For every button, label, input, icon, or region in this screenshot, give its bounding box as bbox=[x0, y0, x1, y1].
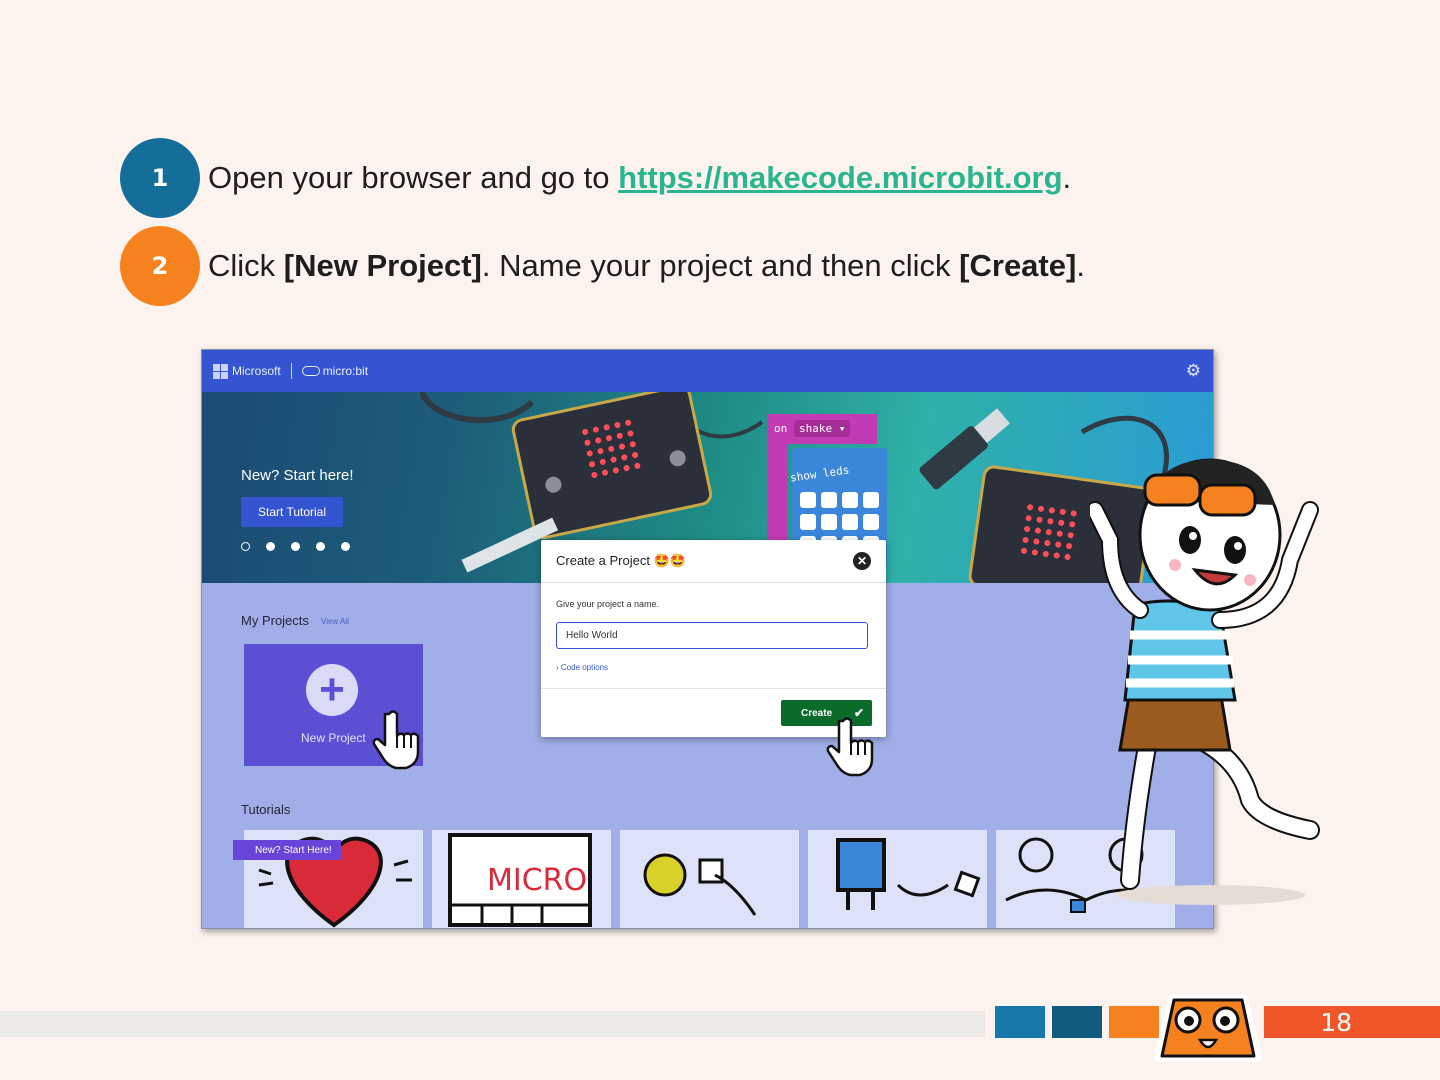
tutorial-card-smiley[interactable] bbox=[620, 830, 799, 928]
step-1-text-before: Open your browser and go to bbox=[208, 160, 619, 195]
tutorial-card-dice[interactable] bbox=[808, 830, 987, 928]
dialog-prompt: Give your project a name. bbox=[556, 599, 660, 609]
step-2-create: [Create] bbox=[959, 248, 1077, 283]
microbit-board-1 bbox=[511, 392, 713, 540]
dice-drawing bbox=[836, 838, 981, 910]
step-number-2: 2 bbox=[120, 226, 200, 306]
microbit-logo-icon bbox=[301, 366, 320, 376]
microbit-brand[interactable]: micro:bit bbox=[323, 364, 368, 378]
step-2-text-mid: . Name your project and then click bbox=[481, 248, 960, 283]
led-square bbox=[863, 492, 879, 508]
footer-bar bbox=[0, 1011, 985, 1037]
microsoft-brand: Microsoft bbox=[232, 364, 281, 378]
cartoon-boy-illustration bbox=[1090, 458, 1320, 905]
makecode-screenshot: Microsoft micro:bit ⚙ on shake ▾ show le… bbox=[201, 349, 1214, 929]
new-project-card[interactable]: + New Project bbox=[244, 644, 423, 770]
view-all-link[interactable]: View All bbox=[321, 617, 349, 626]
pointer-hand-icon bbox=[826, 717, 874, 777]
carousel-dots bbox=[241, 542, 350, 551]
step-1: 1 Open your browser and go to https://ma… bbox=[120, 138, 1071, 218]
carousel-dot[interactable] bbox=[291, 542, 300, 551]
top-bar: Microsoft micro:bit ⚙ bbox=[202, 350, 1213, 392]
dialog-header: Create a Project 🤩🤩 ✕ bbox=[541, 540, 886, 583]
carousel-dot[interactable] bbox=[316, 542, 325, 551]
brand-divider bbox=[290, 363, 292, 379]
micro-drawing: MICRO bbox=[448, 833, 592, 927]
led-square bbox=[842, 492, 858, 508]
led-square bbox=[821, 514, 837, 530]
page-number-bar bbox=[1264, 1006, 1440, 1038]
step-2-text: Click [New Project]. Name your project a… bbox=[208, 248, 1085, 284]
led-square bbox=[800, 514, 816, 530]
page-number: 18 bbox=[1320, 1008, 1352, 1037]
hero-title: New? Start here! bbox=[241, 467, 354, 484]
footer-block-2 bbox=[1052, 1006, 1102, 1038]
led-square bbox=[863, 514, 879, 530]
project-name-input[interactable] bbox=[556, 622, 868, 649]
step-1-text-after: . bbox=[1062, 160, 1072, 195]
svg-text:MICRO: MICRO bbox=[487, 863, 587, 898]
microsoft-logo-icon bbox=[213, 363, 228, 379]
footer-block-1 bbox=[995, 1006, 1045, 1038]
dialog-title: Create a Project 🤩🤩 bbox=[556, 553, 686, 568]
gear-icon[interactable]: ⚙ bbox=[1186, 361, 1201, 381]
code-options-label: Code options bbox=[560, 663, 609, 672]
step-number-1: 1 bbox=[120, 138, 200, 218]
led-square bbox=[842, 514, 858, 530]
step-2: 2 Click [New Project]. Name your project… bbox=[120, 226, 1085, 306]
smiley-button-drawing bbox=[643, 853, 757, 916]
step-2-text-before: Click bbox=[208, 248, 284, 283]
start-tutorial-button[interactable]: Start Tutorial bbox=[241, 497, 343, 527]
create-project-dialog: Create a Project 🤩🤩 ✕ Give your project … bbox=[541, 540, 886, 777]
code-options-toggle[interactable]: › Code options bbox=[556, 663, 608, 672]
close-icon[interactable]: ✕ bbox=[853, 552, 871, 570]
block-shake: shake ▾ bbox=[799, 422, 845, 435]
pointer-hand-icon bbox=[372, 710, 420, 770]
robot-mascot-icon bbox=[1154, 994, 1262, 1062]
tutorial-card-name-tag[interactable]: MICRO bbox=[432, 830, 611, 928]
makecode-link[interactable]: https://makecode.microbit.org bbox=[618, 160, 1062, 195]
dialog-footer bbox=[541, 688, 886, 689]
new-project-label: New Project bbox=[301, 731, 366, 745]
step-1-text: Open your browser and go to https://make… bbox=[208, 160, 1071, 196]
new-start-here-badge: New? Start Here! bbox=[233, 840, 341, 860]
tutorials-heading: Tutorials bbox=[241, 802, 291, 817]
led-square bbox=[821, 492, 837, 508]
led-square bbox=[800, 492, 816, 508]
plus-icon: + bbox=[306, 664, 358, 716]
carousel-dot[interactable] bbox=[241, 542, 250, 551]
my-projects-heading: My Projects bbox=[241, 613, 309, 628]
step-2-new-project: [New Project] bbox=[283, 248, 482, 283]
carousel-dot[interactable] bbox=[341, 542, 350, 551]
step-2-text-after: . bbox=[1076, 248, 1085, 283]
block-on: on bbox=[774, 422, 787, 435]
carousel-dot[interactable] bbox=[266, 542, 275, 551]
